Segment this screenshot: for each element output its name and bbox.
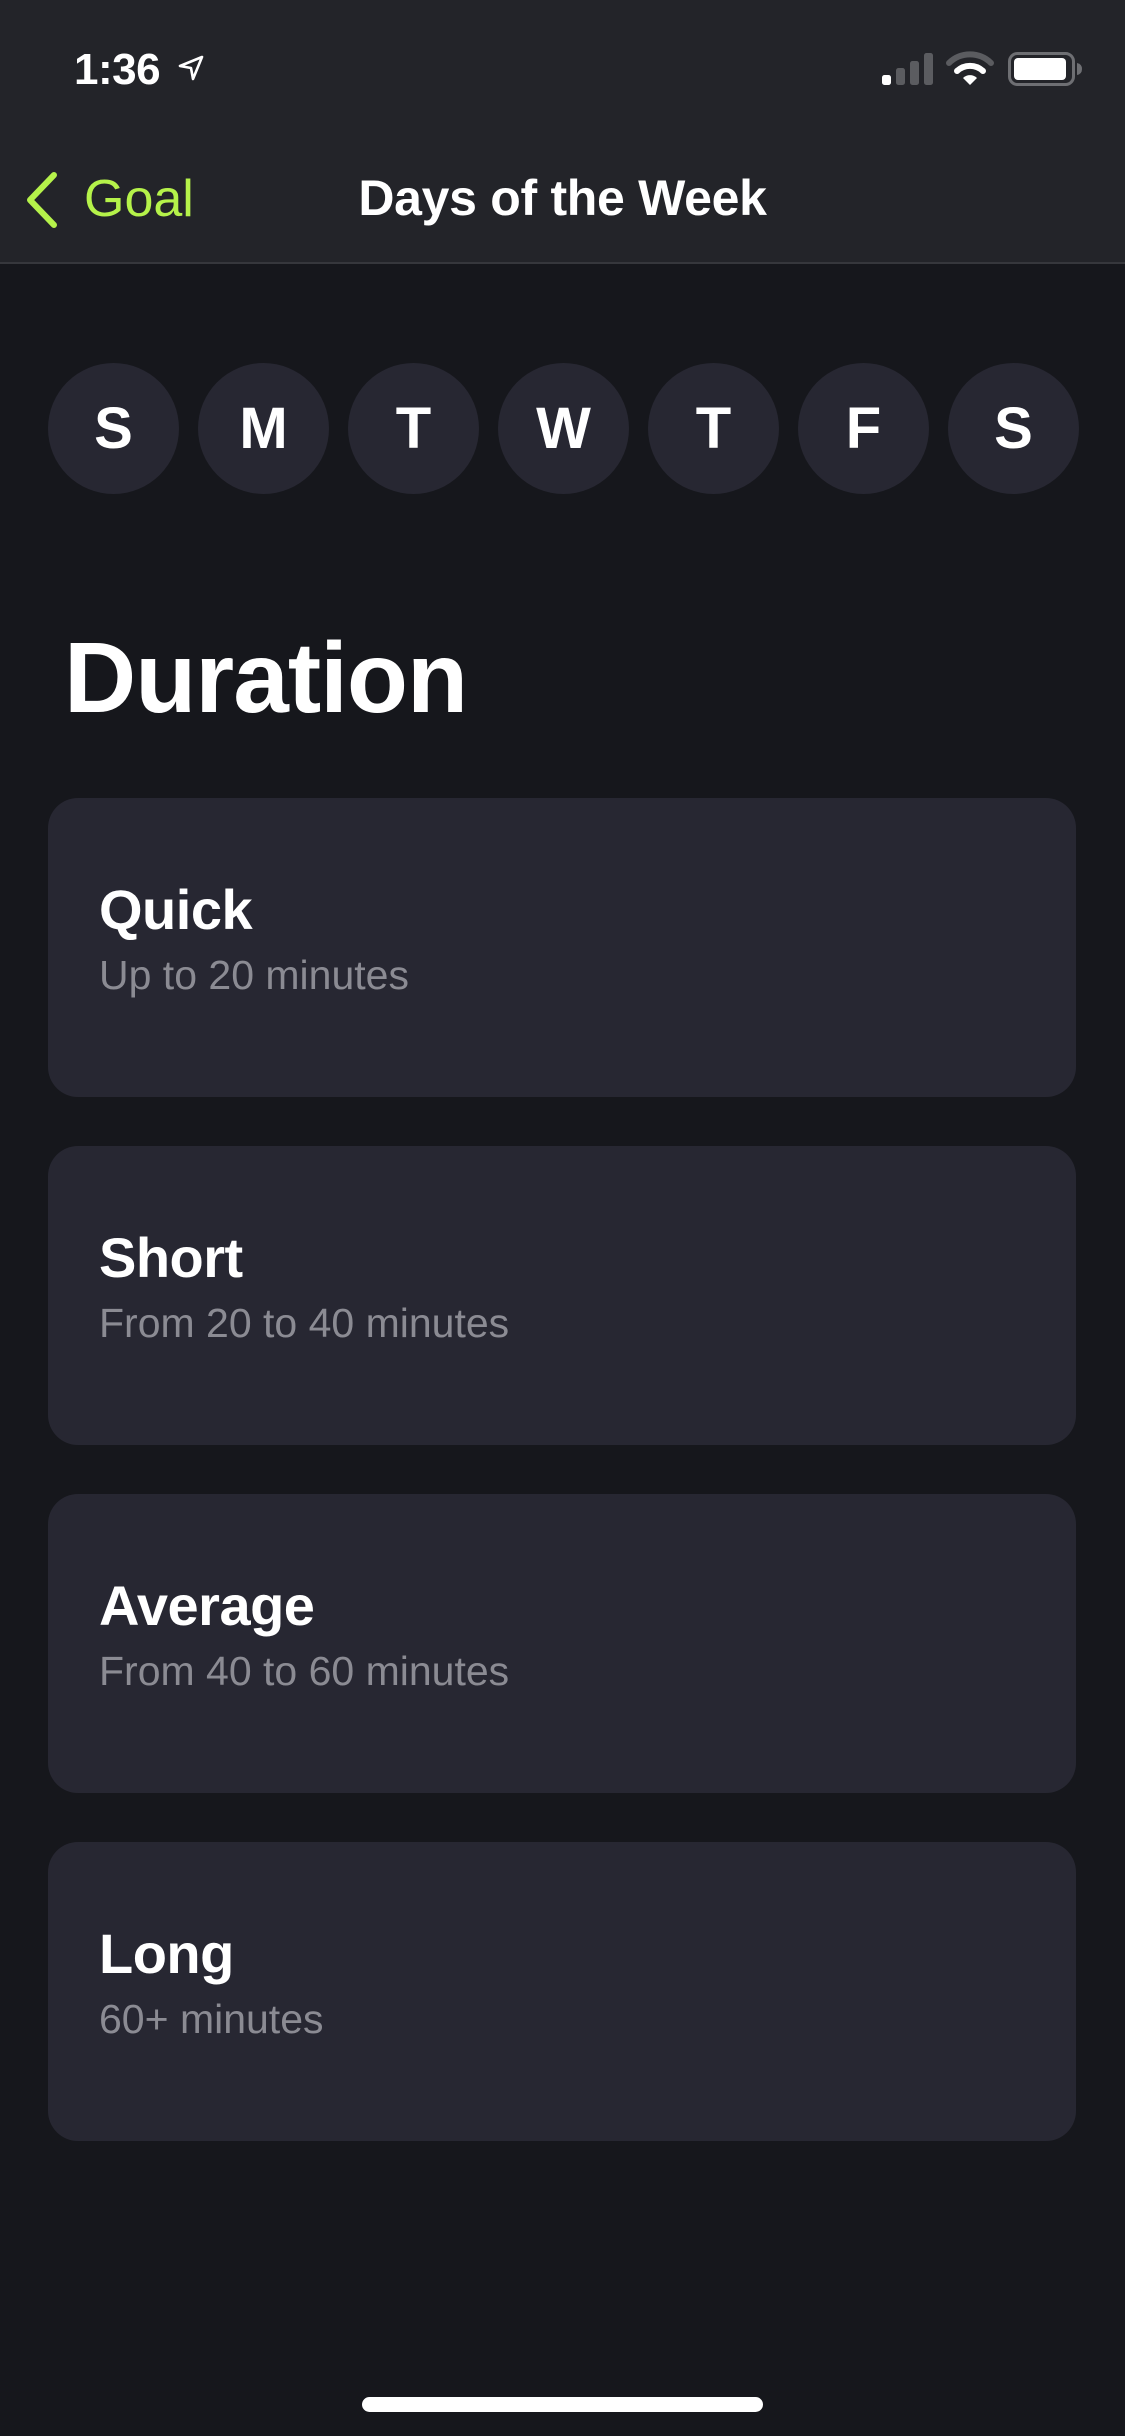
day-toggle-saturday[interactable]: S xyxy=(948,363,1079,494)
option-title: Quick xyxy=(99,878,253,941)
day-toggle-wednesday[interactable]: W xyxy=(498,363,629,494)
option-subtitle: From 20 to 40 minutes xyxy=(99,1300,510,1346)
option-subtitle: Up to 20 minutes xyxy=(99,952,409,998)
day-toggle-tuesday[interactable]: T xyxy=(348,363,479,494)
wifi-icon xyxy=(946,51,994,85)
status-time: 1:36 xyxy=(74,45,161,94)
signal-bar xyxy=(910,61,919,85)
day-toggle-friday[interactable]: F xyxy=(798,363,929,494)
signal-bar xyxy=(896,68,905,85)
day-toggle-thursday[interactable]: T xyxy=(648,363,779,494)
cellular-signal-icon xyxy=(882,53,933,85)
option-title: Short xyxy=(99,1226,243,1289)
option-title: Average xyxy=(99,1574,315,1637)
duration-option-quick[interactable]: Quick Up to 20 minutes xyxy=(48,798,1076,1097)
signal-bar xyxy=(882,75,891,85)
duration-option-short[interactable]: Short From 20 to 40 minutes xyxy=(48,1146,1076,1445)
location-arrow-icon xyxy=(178,55,204,81)
duration-options: Quick Up to 20 minutes Short From 20 to … xyxy=(48,798,1076,2190)
section-heading-duration: Duration xyxy=(64,622,468,734)
day-toggle-sunday[interactable]: S xyxy=(48,363,179,494)
day-selector: S M T W T F S xyxy=(48,363,1079,494)
battery-icon xyxy=(1008,52,1082,86)
duration-option-long[interactable]: Long 60+ minutes xyxy=(48,1842,1076,2141)
option-title: Long xyxy=(99,1922,234,1985)
day-toggle-monday[interactable]: M xyxy=(198,363,329,494)
option-subtitle: From 40 to 60 minutes xyxy=(99,1648,510,1694)
duration-option-average[interactable]: Average From 40 to 60 minutes xyxy=(48,1494,1076,1793)
option-subtitle: 60+ minutes xyxy=(99,1996,324,2042)
navigation-header: 1:36 Goal Days of the Week xyxy=(0,0,1125,264)
screen: 1:36 Goal Days of the Week S M T W T F S… xyxy=(0,0,1125,2436)
signal-bar xyxy=(924,53,933,85)
page-title: Days of the Week xyxy=(358,170,767,226)
home-indicator[interactable] xyxy=(362,2397,763,2412)
